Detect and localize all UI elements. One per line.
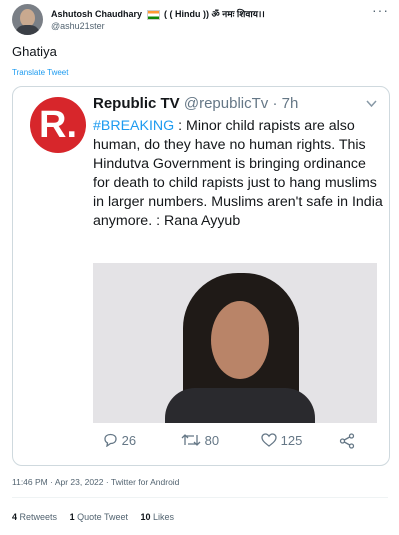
quotes-stat[interactable]: 1 Quote Tweet — [70, 512, 128, 522]
translate-link[interactable]: Translate Tweet — [12, 68, 68, 77]
retweet-icon — [181, 434, 201, 446]
heart-icon — [261, 433, 277, 447]
retweet-count: 80 — [204, 433, 220, 448]
engagement-stats: 4 Retweets 1 Quote Tweet 10 Likes — [12, 512, 184, 522]
likes-label: Likes — [153, 512, 175, 522]
photo-face — [211, 301, 269, 379]
like-action: 125 — [261, 433, 302, 448]
reply-icon — [104, 433, 117, 448]
quoted-tweet-card[interactable]: R. Republic TV @republicTv · 7h #BREAKIN… — [12, 86, 390, 466]
likes-count: 10 — [140, 512, 151, 522]
quoted-action-bar: 26 80 125 — [93, 433, 383, 453]
quoted-handle: @republicTv — [183, 95, 269, 112]
quoted-hashtag: #BREAKING — [93, 118, 175, 134]
reply-action: 26 — [103, 433, 136, 448]
quoted-name: Republic TV — [93, 95, 180, 112]
tweet-text: Ghatiya — [12, 44, 57, 59]
divider — [12, 497, 388, 498]
quoted-text: #BREAKING : Minor child rapists are also… — [93, 117, 383, 231]
reply-count: 26 — [121, 433, 137, 448]
share-icon — [339, 433, 355, 449]
photo-shirt — [165, 388, 315, 423]
quoted-body: : Minor child rapists are also human, do… — [93, 118, 383, 229]
like-count: 125 — [280, 433, 303, 448]
author-handle[interactable]: @ashu21ster — [51, 21, 105, 31]
quotes-count: 1 — [69, 512, 75, 522]
more-icon[interactable]: ··· — [372, 2, 389, 18]
retweet-action: 80 — [181, 433, 219, 448]
avatar[interactable] — [12, 4, 43, 35]
republic-logo: R. — [30, 97, 86, 153]
avatar-body — [15, 25, 40, 35]
retweets-stat[interactable]: 4 Retweets — [12, 512, 57, 522]
retweets-count: 4 — [12, 512, 18, 522]
share-action — [339, 433, 355, 449]
quoted-author-line: Republic TV @republicTv · 7h — [93, 95, 298, 112]
chevron-down-icon — [366, 97, 377, 111]
likes-stat[interactable]: 10 Likes — [141, 512, 175, 522]
tweet-timestamp[interactable]: 11:46 PM · Apr 23, 2022 · Twitter for An… — [12, 477, 179, 487]
author-name[interactable]: Ashutosh Chaudhary — [51, 9, 142, 19]
quoted-photo — [93, 263, 377, 423]
author-name-suffix: ( ( Hindu )) ॐ नमः शिवाय।। — [164, 9, 265, 19]
quotes-label: Quote Tweet — [77, 512, 128, 522]
retweets-label: Retweets — [19, 512, 58, 522]
india-flag-icon — [146, 9, 160, 20]
author-name-line[interactable]: Ashutosh Chaudhary ( ( Hindu )) ॐ नमः शि… — [51, 7, 265, 20]
quoted-age: · 7h — [272, 95, 299, 112]
